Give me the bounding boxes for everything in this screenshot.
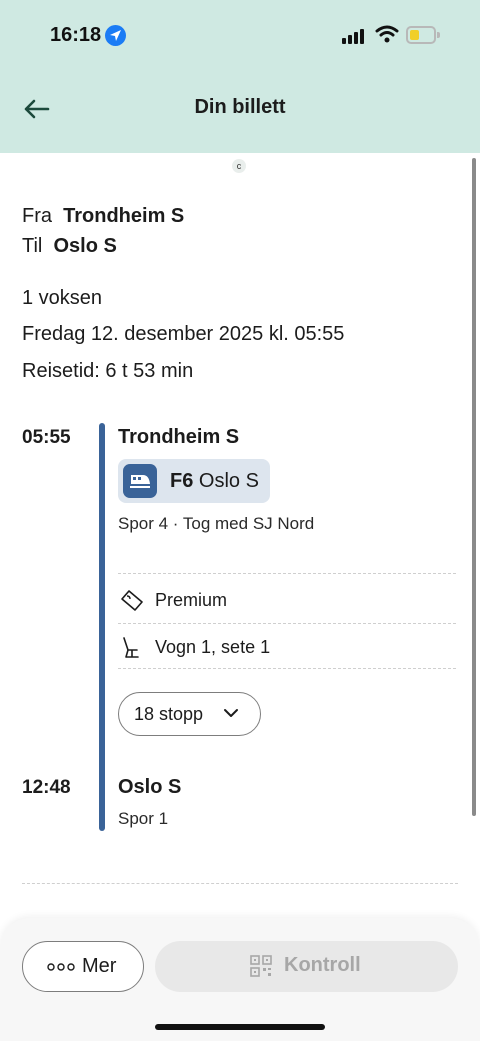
ticket-class: Premium (155, 590, 228, 610)
stops-toggle-button[interactable]: 18 stopp (118, 692, 261, 736)
home-indicator[interactable] (155, 1024, 325, 1030)
departure-detail: Spor 4 · Tog med SJ Nord (118, 514, 315, 533)
stops-label: 18 stopp (134, 704, 204, 724)
divider (22, 883, 458, 884)
from-station: Trondheim S (63, 205, 185, 227)
train-destination: Oslo S (198, 470, 259, 492)
route-from: Fra Trondheim S (22, 205, 184, 228)
passenger-count: 1 voksen (22, 287, 103, 309)
train-chip: F6 Oslo S (118, 459, 270, 503)
status-time: 16:18 (50, 24, 102, 46)
cellular-signal-icon (342, 28, 366, 44)
train-icon (123, 464, 157, 498)
journey-timeline (99, 423, 105, 831)
departure-date: Fredag 12. desember 2025 kl. 05:55 (22, 323, 345, 345)
qr-code-icon (250, 955, 272, 977)
control-button[interactable]: Kontroll (155, 941, 458, 992)
departure-time: 05:55 (22, 427, 71, 448)
control-label: Kontroll (284, 954, 361, 976)
indicator-badge: c (232, 159, 246, 173)
route-to: Til Oslo S (22, 235, 117, 258)
seat-icon (123, 637, 139, 658)
top-bar (0, 0, 480, 153)
arrival-time: 12:48 (22, 777, 71, 798)
travel-duration: Reisetid: 6 t 53 min (22, 360, 194, 382)
departure-station: Trondheim S (118, 426, 240, 448)
seat-info: Vogn 1, sete 1 (155, 637, 271, 657)
from-label: Fra (22, 205, 52, 227)
divider (118, 668, 456, 669)
chevron-down-icon (224, 709, 238, 717)
location-arrow-icon (105, 25, 126, 46)
page-title: Din billett (194, 96, 286, 118)
more-button[interactable]: Mer (22, 941, 144, 992)
to-label: Til (22, 235, 43, 257)
arrival-detail: Spor 1 (118, 809, 169, 828)
arrival-station: Oslo S (118, 776, 182, 798)
battery-icon (406, 26, 440, 44)
more-dots-icon (47, 963, 75, 971)
scrollbar[interactable] (472, 158, 476, 816)
divider (118, 623, 456, 624)
ticket-icon (121, 590, 143, 611)
train-line: F6 (170, 470, 194, 492)
divider (118, 573, 456, 574)
to-station: Oslo S (53, 235, 117, 257)
train-label: F6 Oslo S (170, 470, 259, 493)
more-label: Mer (82, 955, 117, 977)
wifi-icon (375, 25, 399, 43)
